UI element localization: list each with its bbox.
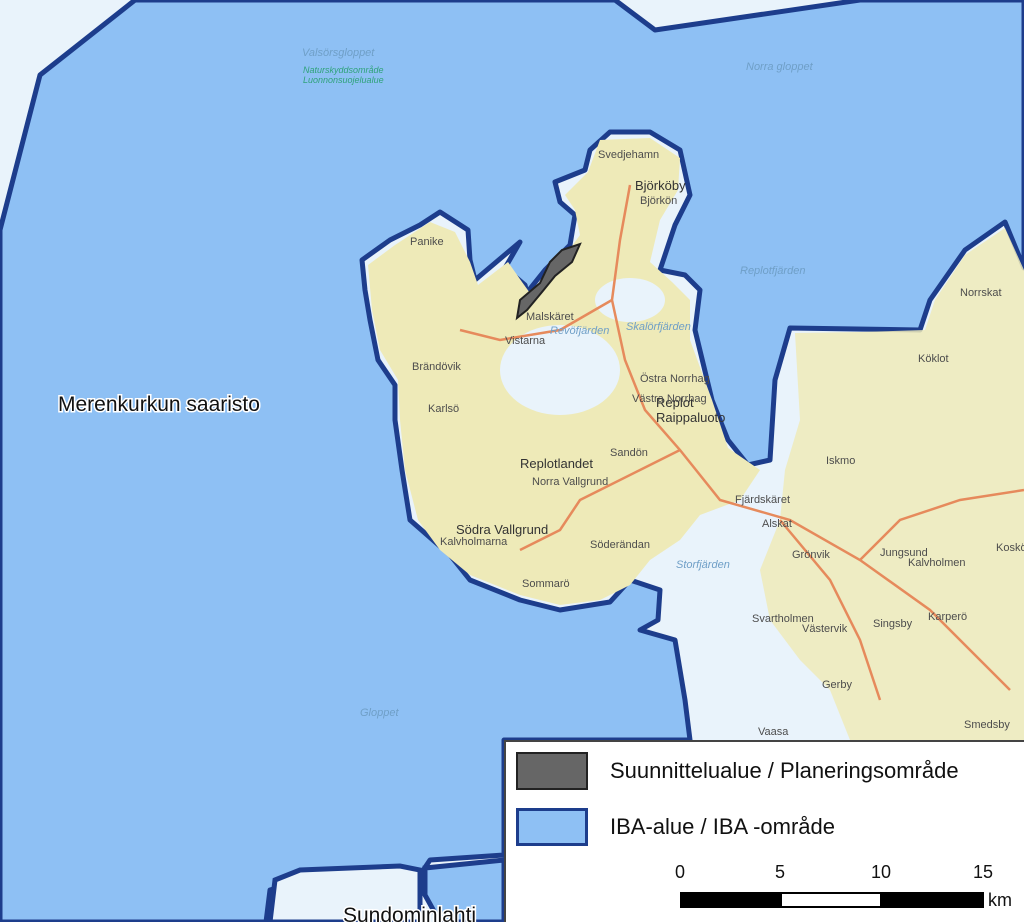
place-label: Kalvholmen (908, 557, 965, 569)
place-label: Svartholmen (752, 613, 814, 625)
place-label: Singsby (873, 618, 913, 630)
place-label: Panike (410, 236, 444, 248)
legend-label-iba: IBA-alue / IBA -område (610, 814, 835, 839)
water-label: Gloppet (360, 707, 399, 719)
place-label: Karlsö (428, 403, 459, 415)
water-label: Revöfjärden (550, 325, 609, 337)
place-label: Vaasa (758, 726, 789, 738)
place-label: Koskö (996, 542, 1024, 554)
place-label: Björköby (635, 178, 686, 193)
place-label: Fjärdskäret (735, 494, 790, 506)
place-label: Sandön (610, 447, 648, 459)
place-label: Smedsby (964, 719, 1010, 731)
place-label: Söderändan (590, 539, 650, 551)
place-label: Iskmo (826, 455, 855, 467)
scale-tick-10: 10 (870, 862, 892, 882)
place-label: Köklot (918, 353, 949, 365)
legend-item-iba: IBA-alue / IBA -område (516, 808, 835, 846)
scale-segment-1 (680, 892, 781, 908)
place-label: Grönvik (792, 549, 830, 561)
cut-off-region-label: Sundominlahti (343, 904, 476, 922)
place-label: Svedjehamn (598, 149, 659, 161)
place-label: Gerby (822, 679, 852, 691)
place-label: Björkön (640, 195, 677, 207)
legend-swatch-iba (516, 808, 588, 846)
water-label: Valsörsgloppet (302, 47, 375, 59)
legend: Suunnittelualue / Planeringsområde IBA-a… (504, 740, 1024, 922)
water-label: Storfjärden (676, 559, 730, 571)
scale-segment-3 (881, 892, 984, 908)
inner-bay-north (595, 278, 665, 322)
place-label: Västra Norrhag (632, 393, 707, 405)
scale-tick-0: 0 (674, 862, 686, 882)
place-label: Kalvholmarna (440, 536, 508, 548)
place-label: Karperö (928, 611, 967, 623)
place-label: Östra Norrhag (640, 373, 710, 385)
region-label: Merenkurkun saaristo (58, 393, 260, 416)
water-label: Skalörfjärden (626, 321, 691, 333)
scale-bar: 0 5 10 15 km (674, 858, 1012, 918)
place-label: Brändövik (412, 361, 461, 373)
place-label: Sommarö (522, 578, 570, 590)
water-label: Naturskyddsområde (303, 65, 384, 75)
scale-unit: km (988, 890, 1012, 910)
place-label: Vistarna (505, 335, 546, 347)
place-label: Raippaluoto (656, 410, 725, 425)
water-label: Norra gloppet (746, 61, 814, 73)
place-label: Replotlandet (520, 456, 593, 471)
legend-swatch-planning (516, 752, 588, 790)
legend-label-planning: Suunnittelualue / Planeringsområde (610, 758, 959, 783)
place-label: Malskäret (526, 311, 574, 323)
place-label: Norrskat (960, 287, 1002, 299)
scale-tick-15: 15 (972, 862, 994, 882)
scale-segment-2 (780, 892, 882, 908)
place-label: Norra Vallgrund (532, 476, 608, 488)
water-label: Replotfjärden (740, 265, 805, 277)
place-label: Södra Vallgrund (456, 522, 548, 537)
scale-tick-5: 5 (774, 862, 786, 882)
legend-item-planning: Suunnittelualue / Planeringsområde (516, 752, 959, 790)
place-label: Alskat (762, 518, 792, 530)
water-label: Luonnonsuojelualue (303, 75, 384, 85)
